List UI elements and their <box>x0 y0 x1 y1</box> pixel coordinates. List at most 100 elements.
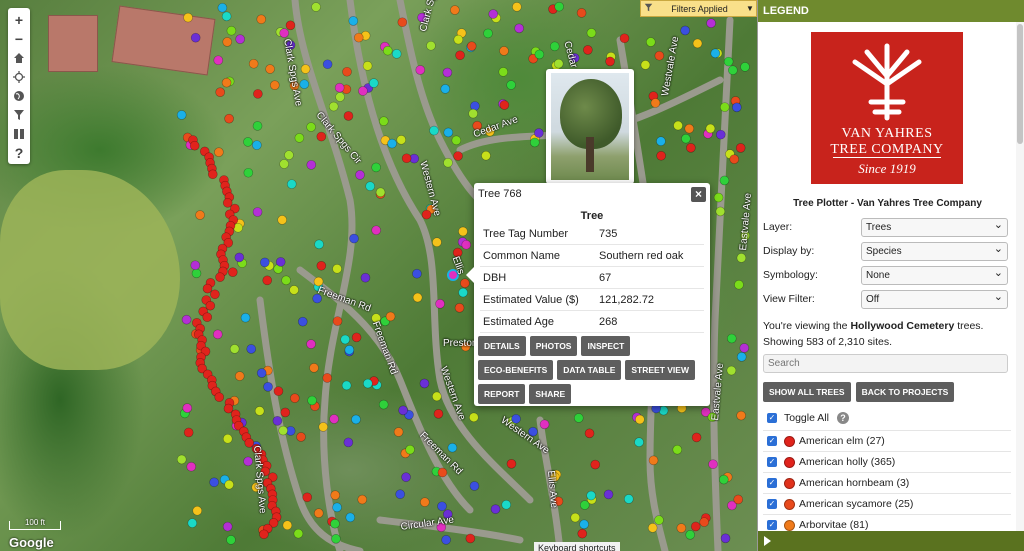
layers-icon[interactable] <box>8 124 30 143</box>
tree-marker[interactable] <box>699 517 710 527</box>
tree-marker[interactable] <box>680 25 690 36</box>
tree-marker[interactable] <box>586 28 597 38</box>
tree-marker[interactable] <box>506 459 517 469</box>
tree-marker[interactable] <box>576 8 587 18</box>
tree-marker[interactable] <box>224 479 234 490</box>
tree-marker[interactable] <box>256 368 267 378</box>
tree-marker[interactable] <box>207 169 218 180</box>
home-icon[interactable] <box>8 48 30 67</box>
tree-marker[interactable] <box>275 257 286 267</box>
layer-select[interactable]: Trees <box>861 217 1008 237</box>
details-button[interactable]: DETAILS <box>478 336 526 356</box>
tree-marker[interactable] <box>395 489 405 500</box>
tree-marker[interactable] <box>450 5 460 15</box>
tree-marker[interactable] <box>681 133 691 144</box>
tree-marker[interactable] <box>345 512 356 523</box>
tree-marker[interactable] <box>214 392 225 402</box>
tree-marker[interactable] <box>226 535 236 545</box>
tree-marker[interactable] <box>328 101 339 112</box>
tree-marker[interactable] <box>248 58 259 69</box>
tree-marker[interactable] <box>481 150 491 161</box>
tree-marker[interactable] <box>235 34 245 44</box>
tree-marker[interactable] <box>647 523 658 533</box>
tree-marker[interactable] <box>726 365 737 376</box>
tree-marker[interactable] <box>265 64 275 74</box>
tree-marker[interactable] <box>221 77 232 88</box>
tree-marker[interactable] <box>501 499 512 510</box>
checkbox[interactable]: ✓ <box>767 499 777 509</box>
tree-marker[interactable] <box>656 150 666 161</box>
tree-marker[interactable] <box>619 33 630 44</box>
tree-marker[interactable] <box>499 46 509 56</box>
tree-marker[interactable] <box>437 467 448 478</box>
tree-marker[interactable] <box>623 494 634 504</box>
tree-marker[interactable] <box>190 32 201 43</box>
tree-marker[interactable] <box>309 363 319 373</box>
tree-marker[interactable] <box>224 113 234 124</box>
tree-marker[interactable] <box>297 316 308 327</box>
tree-marker[interactable] <box>726 333 737 344</box>
tree-marker[interactable] <box>362 61 373 71</box>
tree-marker[interactable] <box>363 378 373 389</box>
tree-marker[interactable] <box>539 419 550 430</box>
tree-marker[interactable] <box>640 60 651 70</box>
tree-marker[interactable] <box>351 414 361 425</box>
tree-marker[interactable] <box>358 86 368 96</box>
tree-marker[interactable] <box>240 312 251 323</box>
locate-icon[interactable] <box>8 67 30 86</box>
tree-marker[interactable] <box>272 416 283 426</box>
tree-marker[interactable] <box>385 311 396 322</box>
tree-marker[interactable] <box>443 127 454 138</box>
tree-marker[interactable] <box>293 528 304 539</box>
tree-marker[interactable] <box>243 137 253 147</box>
species-item[interactable]: ✓ American holly (365) <box>763 452 1011 473</box>
tree-marker[interactable] <box>357 494 368 505</box>
tree-marker[interactable] <box>202 312 213 322</box>
tree-marker[interactable] <box>691 432 702 443</box>
tree-marker[interactable] <box>202 283 213 294</box>
tree-marker[interactable] <box>252 207 263 217</box>
tree-marker[interactable] <box>499 100 510 110</box>
tree-marker[interactable] <box>342 66 352 77</box>
tree-marker[interactable] <box>296 432 306 442</box>
tree-marker[interactable] <box>673 120 683 131</box>
tree-marker[interactable] <box>443 157 453 168</box>
globe-icon[interactable] <box>8 86 30 105</box>
tree-marker[interactable] <box>453 34 464 45</box>
tree-marker[interactable] <box>719 474 729 485</box>
tree-marker[interactable] <box>605 56 615 67</box>
tree-marker[interactable] <box>579 519 589 530</box>
tree-marker[interactable] <box>719 102 730 112</box>
tree-marker[interactable] <box>279 28 289 38</box>
tree-marker[interactable] <box>645 37 656 47</box>
tree-marker[interactable] <box>355 170 365 180</box>
tree-marker[interactable] <box>506 80 516 90</box>
zoom-in-button[interactable]: + <box>8 10 30 29</box>
tree-marker[interactable] <box>654 50 665 61</box>
tree-marker[interactable] <box>412 292 423 303</box>
tree-marker[interactable] <box>254 406 265 416</box>
species-item[interactable]: ✓ American hornbeam (3) <box>763 473 1011 494</box>
tree-marker[interactable] <box>635 414 645 425</box>
tree-marker[interactable] <box>351 332 362 343</box>
tree-marker[interactable] <box>401 153 412 164</box>
tree-marker[interactable] <box>534 128 544 138</box>
checkbox[interactable]: ✓ <box>767 478 777 488</box>
tree-marker[interactable] <box>734 279 744 290</box>
tree-marker[interactable] <box>579 500 590 510</box>
tree-marker[interactable] <box>246 344 257 354</box>
tree-marker[interactable] <box>442 67 453 78</box>
tree-marker[interactable] <box>210 289 220 300</box>
tree-marker[interactable] <box>465 533 476 544</box>
tree-marker[interactable] <box>277 215 287 225</box>
tree-marker[interactable] <box>458 287 468 298</box>
tree-marker[interactable] <box>252 121 263 131</box>
tree-marker[interactable] <box>736 351 747 362</box>
tree-marker[interactable] <box>256 14 267 25</box>
checkbox[interactable]: ✓ <box>767 413 777 423</box>
tree-marker[interactable] <box>529 137 540 148</box>
tree-marker[interactable] <box>590 459 601 470</box>
tree-marker[interactable] <box>549 41 560 52</box>
help-icon[interactable]: ? <box>836 412 849 424</box>
tree-marker[interactable] <box>419 378 430 389</box>
